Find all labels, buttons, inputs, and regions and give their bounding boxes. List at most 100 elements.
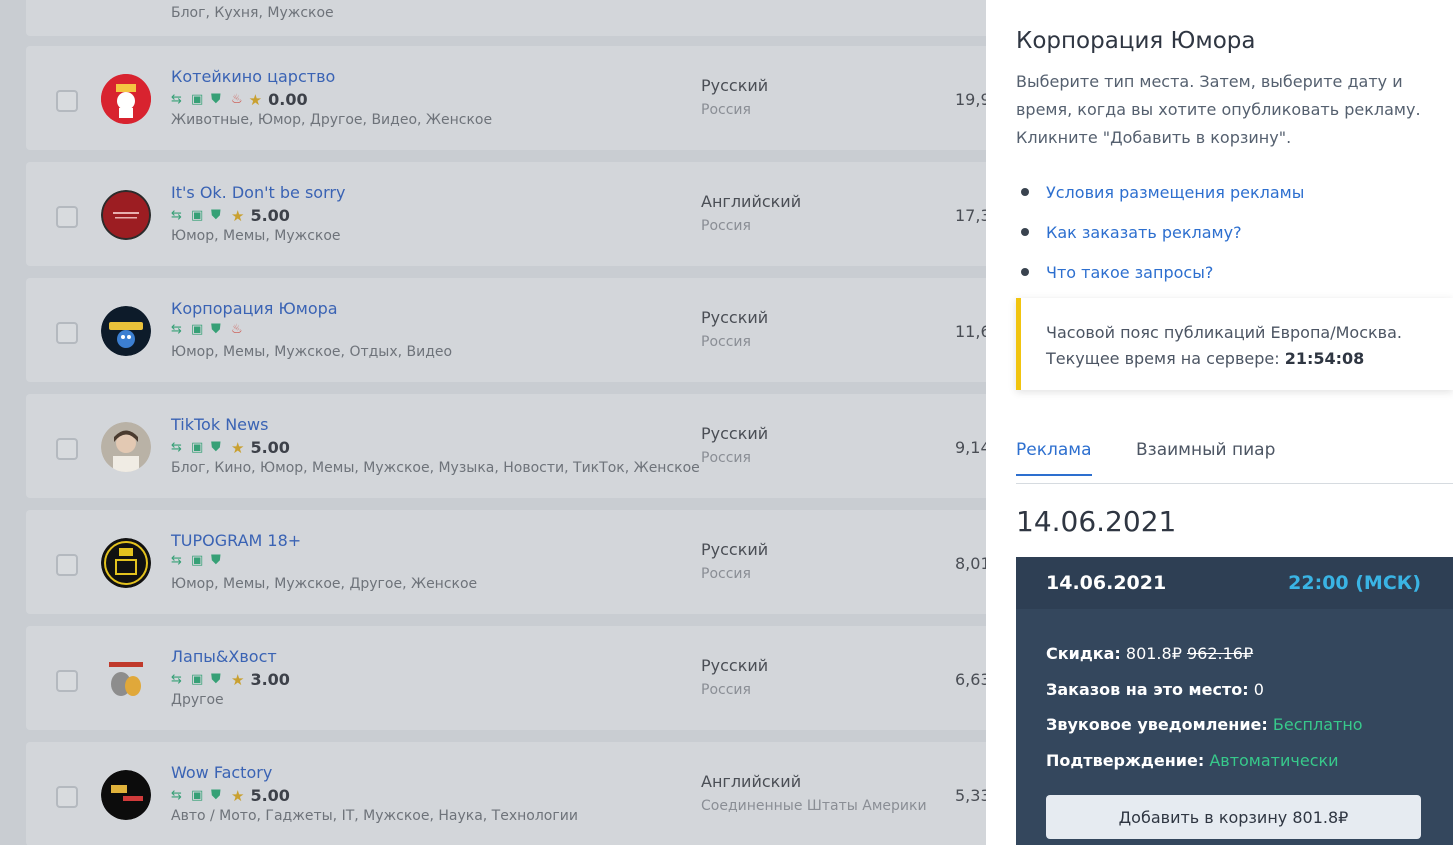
bullet-icon — [1021, 228, 1029, 236]
discount-line: Скидка: 801.8₽ 962.16₽ — [1046, 644, 1253, 663]
server-time-line: Текущее время на сервере: 21:54:08 — [1046, 346, 1453, 372]
list-item[interactable]: TUPOGRAM 18+ ⇆ ▣ ⛊ Юмор, Мемы, Мужское, … — [26, 510, 986, 614]
avatar[interactable] — [101, 422, 151, 472]
avatar[interactable] — [101, 538, 151, 588]
rating-value: 3.00 — [250, 670, 290, 689]
channel-badges: ⇆ ▣ ⛊ ♨ — [171, 322, 243, 337]
star-icon: ★ — [231, 438, 245, 457]
translate-icon: ⇆ — [171, 439, 182, 455]
calendar-icon: ▣ — [191, 553, 204, 568]
channel-language: Русский — [701, 424, 769, 443]
sound-value: Бесплатно — [1272, 715, 1363, 734]
list-item[interactable]: Котейкино царство ⇆ ▣ ⛊ ♨ ★ 0.00 Животны… — [26, 46, 986, 150]
help-link-item: Как заказать рекламу? — [1016, 212, 1304, 252]
translate-icon: ⇆ — [171, 91, 182, 107]
channel-country: Россия — [701, 102, 751, 118]
avatar[interactable] — [101, 306, 151, 356]
bullet-icon — [1021, 188, 1029, 196]
avatar[interactable] — [101, 190, 151, 240]
discount-label: Скидка: — [1046, 644, 1121, 663]
channel-tags: Юмор, Мемы, Мужское — [171, 228, 341, 244]
server-time-value: 21:54:08 — [1284, 349, 1365, 368]
avatar[interactable] — [101, 74, 151, 124]
tab-advertising[interactable]: Реклама — [1016, 440, 1092, 476]
list-item[interactable]: Лапы&Хвост ⇆ ▣ ⛊ ★ 3.00 Другое Русский Р… — [26, 626, 986, 730]
star-icon: ★ — [231, 670, 245, 689]
orders-line: Заказов на это место: 0 — [1046, 680, 1264, 699]
channel-name-link[interactable]: It's Ok. Don't be sorry — [171, 183, 345, 202]
star-icon: ★ — [248, 90, 263, 109]
list-item[interactable]: Корпорация Юмора ⇆ ▣ ⛊ ♨ Юмор, Мемы, Муж… — [26, 278, 986, 382]
help-links: Условия размещения рекламы Как заказать … — [1016, 172, 1304, 292]
channel-badges: ⇆ ▣ ⛊ ★ 5.00 — [171, 206, 290, 225]
list-item-tags: Блог, Кухня, Мужское — [171, 5, 334, 21]
channel-language: Русский — [701, 76, 769, 95]
ad-terms-link[interactable]: Условия размещения рекламы — [1046, 183, 1304, 202]
channel-name-link[interactable]: TikTok News — [171, 415, 268, 434]
row-checkbox[interactable] — [56, 322, 78, 344]
subscriber-count: 9,14 — [955, 438, 986, 457]
channel-country: Россия — [701, 682, 751, 698]
channel-name-link[interactable]: Корпорация Юмора — [171, 299, 338, 318]
how-to-order-link[interactable]: Как заказать рекламу? — [1046, 223, 1242, 242]
translate-icon: ⇆ — [171, 671, 182, 687]
panel-description: Выберите тип места. Затем, выберите дату… — [1016, 72, 1421, 147]
shield-check-icon: ⛊ — [211, 553, 221, 568]
subscriber-count: 8,01 — [955, 554, 986, 573]
help-link-item: Условия размещения рекламы — [1016, 172, 1304, 212]
translate-icon: ⇆ — [171, 321, 182, 337]
row-checkbox[interactable] — [56, 670, 78, 692]
channel-badges: ⇆ ▣ ⛊ ★ 5.00 — [171, 438, 290, 457]
channel-language: Русский — [701, 308, 769, 327]
add-to-cart-button[interactable]: Добавить в корзину 801.8₽ — [1046, 795, 1421, 839]
shield-check-icon: ⛊ — [211, 91, 221, 107]
slot-time: 22:00 (МСК) — [1288, 572, 1421, 594]
requests-info-link[interactable]: Что такое запросы? — [1046, 263, 1213, 282]
star-icon: ★ — [231, 786, 245, 805]
help-link-item: Что такое запросы? — [1016, 252, 1304, 292]
channel-name-link[interactable]: Wow Factory — [171, 763, 272, 782]
channel-country: Россия — [701, 218, 751, 234]
subscriber-count: 6,63 — [955, 670, 986, 689]
channel-language: Английский — [701, 192, 802, 211]
calendar-icon: ▣ — [191, 321, 204, 337]
confirmation-line: Подтверждение: Автоматически — [1046, 751, 1339, 770]
channel-tags: Блог, Кино, Юмор, Мемы, Мужское, Музыка,… — [171, 460, 700, 476]
selected-date-heading: 14.06.2021 — [1016, 505, 1177, 538]
row-checkbox[interactable] — [56, 438, 78, 460]
timezone-notice: Часовой пояс публикаций Европа/Москва. Т… — [1016, 298, 1453, 390]
channel-badges: ⇆ ▣ ⛊ ♨ ★ 0.00 — [171, 90, 308, 109]
confirm-value: Автоматически — [1209, 751, 1339, 770]
shield-check-icon: ⛊ — [211, 787, 221, 803]
channel-language: Русский — [701, 656, 769, 675]
list-item[interactable]: TikTok News ⇆ ▣ ⛊ ★ 5.00 Блог, Кино, Юмо… — [26, 394, 986, 498]
rating-value: 5.00 — [250, 206, 290, 225]
calendar-icon: ▣ — [191, 91, 204, 107]
list-item[interactable]: Wow Factory ⇆ ▣ ⛊ ★ 5.00 Авто / Мото, Га… — [26, 742, 986, 845]
time-slot-card[interactable]: 14.06.2021 22:00 (МСК) Скидка: 801.8₽ 96… — [1016, 557, 1453, 845]
channel-name-link[interactable]: Котейкино царство — [171, 67, 335, 86]
calendar-icon: ▣ — [191, 439, 204, 455]
new-price: 801.8₽ — [1125, 644, 1182, 663]
fire-icon: ♨ — [231, 92, 243, 107]
rating-value: 5.00 — [250, 786, 290, 805]
shield-check-icon: ⛊ — [211, 439, 221, 455]
row-checkbox[interactable] — [56, 554, 78, 576]
channel-language: Английский — [701, 772, 802, 791]
avatar[interactable] — [101, 770, 151, 820]
timezone-text: Часовой пояс публикаций Европа/Москва. — [1046, 323, 1402, 342]
channel-language: Русский — [701, 540, 769, 559]
channel-name-link[interactable]: TUPOGRAM 18+ — [171, 531, 301, 550]
row-checkbox[interactable] — [56, 206, 78, 228]
channel-country: Соединенные Штаты Америки — [701, 798, 927, 814]
avatar[interactable] — [101, 654, 151, 704]
row-checkbox[interactable] — [56, 786, 78, 808]
calendar-icon: ▣ — [191, 207, 204, 223]
list-item[interactable]: It's Ok. Don't be sorry ⇆ ▣ ⛊ ★ 5.00 Юмо… — [26, 162, 986, 266]
row-checkbox[interactable] — [56, 90, 78, 112]
subscriber-count: 17,3 — [955, 206, 986, 225]
tab-mutual-pr[interactable]: Взаимный пиар — [1136, 440, 1275, 474]
channel-name-link[interactable]: Лапы&Хвост — [171, 647, 277, 666]
channel-country: Россия — [701, 334, 751, 350]
list-item[interactable]: Блог, Кухня, Мужское — [26, 0, 986, 36]
